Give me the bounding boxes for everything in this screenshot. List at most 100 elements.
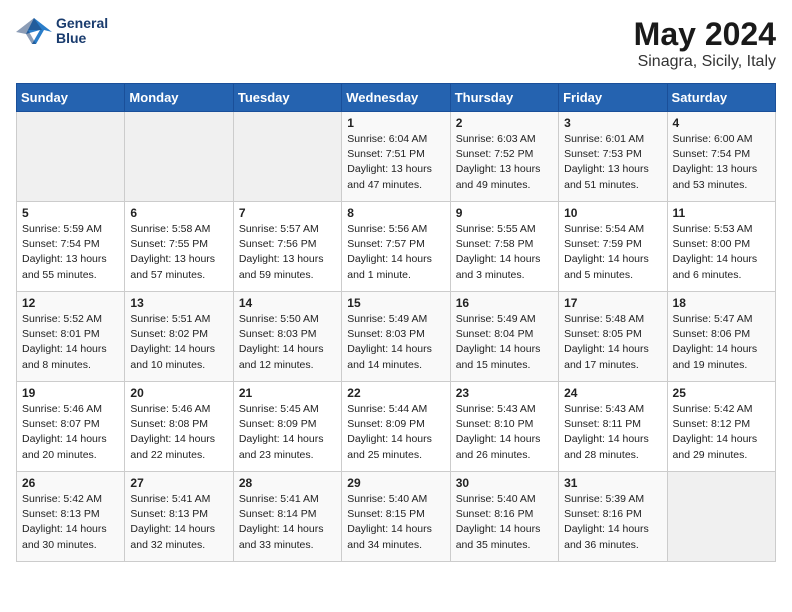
calendar-cell [125, 112, 233, 202]
day-number: 21 [239, 386, 336, 400]
day-info: Sunrise: 5:55 AM Sunset: 7:58 PM Dayligh… [456, 222, 553, 283]
calendar-cell: 12 Sunrise: 5:52 AM Sunset: 8:01 PM Dayli… [17, 292, 125, 382]
week-row-1: 5Sunrise: 5:59 AM Sunset: 7:54 PM Daylig… [17, 202, 776, 292]
day-info: Sunrise: 6:00 AM Sunset: 7:54 PM Dayligh… [673, 132, 770, 193]
day-info: Sunrise: 5:56 AM Sunset: 7:57 PM Dayligh… [347, 222, 444, 283]
calendar-cell: 26 Sunrise: 5:42 AM Sunset: 8:13 PM Dayli… [17, 472, 125, 562]
column-header-tuesday: Tuesday [233, 84, 341, 112]
page-subtitle: Sinagra, Sicily, Italy [634, 53, 776, 71]
week-row-0: 1 Sunrise: 6:04 AM Sunset: 7:51 PM Daylig… [17, 112, 776, 202]
day-info: Sunrise: 5:43 AM Sunset: 8:11 PM Dayligh… [564, 402, 661, 463]
day-number: 26 [22, 476, 119, 490]
calendar-cell: 20Sunrise: 5:46 AM Sunset: 8:08 PM Dayli… [125, 382, 233, 472]
day-info: Sunrise: 5:52 AM Sunset: 8:01 PM Dayligh… [22, 312, 119, 373]
day-number: 17 [564, 296, 661, 310]
day-info: Sunrise: 5:50 AM Sunset: 8:03 PM Dayligh… [239, 312, 336, 373]
calendar-cell: 14Sunrise: 5:50 AM Sunset: 8:03 PM Dayli… [233, 292, 341, 382]
day-number: 9 [456, 206, 553, 220]
day-info: Sunrise: 5:46 AM Sunset: 8:08 PM Dayligh… [130, 402, 227, 463]
calendar-cell: 21 Sunrise: 5:45 AM Sunset: 8:09 PM Dayli… [233, 382, 341, 472]
calendar-body: 1 Sunrise: 6:04 AM Sunset: 7:51 PM Daylig… [17, 112, 776, 562]
day-number: 31 [564, 476, 661, 490]
day-number: 10 [564, 206, 661, 220]
day-number: 8 [347, 206, 444, 220]
calendar-cell: 4Sunrise: 6:00 AM Sunset: 7:54 PM Daylig… [667, 112, 775, 202]
calendar-cell: 5Sunrise: 5:59 AM Sunset: 7:54 PM Daylig… [17, 202, 125, 292]
day-info: Sunrise: 5:46 AM Sunset: 8:07 PM Dayligh… [22, 402, 119, 463]
day-info: Sunrise: 5:57 AM Sunset: 7:56 PM Dayligh… [239, 222, 336, 283]
column-header-saturday: Saturday [667, 84, 775, 112]
day-number: 15 [347, 296, 444, 310]
calendar-cell [233, 112, 341, 202]
day-info: Sunrise: 5:41 AM Sunset: 8:14 PM Dayligh… [239, 492, 336, 553]
day-number: 11 [673, 206, 770, 220]
day-info: Sunrise: 5:51 AM Sunset: 8:02 PM Dayligh… [130, 312, 227, 373]
column-header-monday: Monday [125, 84, 233, 112]
day-info: Sunrise: 5:39 AM Sunset: 8:16 PM Dayligh… [564, 492, 661, 553]
calendar-cell: 25Sunrise: 5:42 AM Sunset: 8:12 PM Dayli… [667, 382, 775, 472]
calendar-cell: 2Sunrise: 6:03 AM Sunset: 7:52 PM Daylig… [450, 112, 558, 202]
day-number: 7 [239, 206, 336, 220]
calendar-cell [667, 472, 775, 562]
day-number: 23 [456, 386, 553, 400]
calendar-cell: 3Sunrise: 6:01 AM Sunset: 7:53 PM Daylig… [559, 112, 667, 202]
calendar-cell: 30Sunrise: 5:40 AM Sunset: 8:16 PM Dayli… [450, 472, 558, 562]
calendar-cell: 15 Sunrise: 5:49 AM Sunset: 8:03 PM Dayli… [342, 292, 450, 382]
calendar-cell: 16 Sunrise: 5:49 AM Sunset: 8:04 PM Dayli… [450, 292, 558, 382]
day-number: 24 [564, 386, 661, 400]
day-number: 18 [673, 296, 770, 310]
day-info: Sunrise: 5:54 AM Sunset: 7:59 PM Dayligh… [564, 222, 661, 283]
day-info: Sunrise: 5:45 AM Sunset: 8:09 PM Dayligh… [239, 402, 336, 463]
calendar-cell: 23 Sunrise: 5:43 AM Sunset: 8:10 PM Dayli… [450, 382, 558, 472]
page-title: May 2024 [634, 16, 776, 53]
logo-text: General Blue [56, 16, 108, 47]
calendar-cell: 17 Sunrise: 5:48 AM Sunset: 8:05 PM Dayli… [559, 292, 667, 382]
day-info: Sunrise: 5:40 AM Sunset: 8:15 PM Dayligh… [347, 492, 444, 553]
calendar-cell [17, 112, 125, 202]
day-info: Sunrise: 6:04 AM Sunset: 7:51 PM Dayligh… [347, 132, 444, 193]
day-number: 22 [347, 386, 444, 400]
calendar-cell: 18 Sunrise: 5:47 AM Sunset: 8:06 PM Dayli… [667, 292, 775, 382]
week-row-2: 12 Sunrise: 5:52 AM Sunset: 8:01 PM Dayli… [17, 292, 776, 382]
day-info: Sunrise: 5:49 AM Sunset: 8:03 PM Dayligh… [347, 312, 444, 373]
day-info: Sunrise: 5:42 AM Sunset: 8:13 PM Dayligh… [22, 492, 119, 553]
day-info: Sunrise: 5:53 AM Sunset: 8:00 PM Dayligh… [673, 222, 770, 283]
calendar-cell: 19 Sunrise: 5:46 AM Sunset: 8:07 PM Dayli… [17, 382, 125, 472]
calendar-cell: 11 Sunrise: 5:53 AM Sunset: 8:00 PM Dayli… [667, 202, 775, 292]
day-number: 16 [456, 296, 553, 310]
day-info: Sunrise: 5:41 AM Sunset: 8:13 PM Dayligh… [130, 492, 227, 553]
day-number: 27 [130, 476, 227, 490]
day-number: 12 [22, 296, 119, 310]
column-header-sunday: Sunday [17, 84, 125, 112]
calendar-cell: 31 Sunrise: 5:39 AM Sunset: 8:16 PM Dayli… [559, 472, 667, 562]
day-info: Sunrise: 5:49 AM Sunset: 8:04 PM Dayligh… [456, 312, 553, 373]
page-header: General Blue May 2024 Sinagra, Sicily, I… [16, 16, 776, 71]
day-number: 13 [130, 296, 227, 310]
logo-line2: Blue [56, 31, 108, 46]
calendar-cell: 8 Sunrise: 5:56 AM Sunset: 7:57 PM Daylig… [342, 202, 450, 292]
day-number: 2 [456, 116, 553, 130]
calendar-cell: 7 Sunrise: 5:57 AM Sunset: 7:56 PM Daylig… [233, 202, 341, 292]
day-info: Sunrise: 5:44 AM Sunset: 8:09 PM Dayligh… [347, 402, 444, 463]
calendar-cell: 13 Sunrise: 5:51 AM Sunset: 8:02 PM Dayli… [125, 292, 233, 382]
day-info: Sunrise: 5:47 AM Sunset: 8:06 PM Dayligh… [673, 312, 770, 373]
calendar-cell: 28Sunrise: 5:41 AM Sunset: 8:14 PM Dayli… [233, 472, 341, 562]
day-number: 5 [22, 206, 119, 220]
day-info: Sunrise: 5:43 AM Sunset: 8:10 PM Dayligh… [456, 402, 553, 463]
day-number: 29 [347, 476, 444, 490]
day-number: 30 [456, 476, 553, 490]
calendar-cell: 27 Sunrise: 5:41 AM Sunset: 8:13 PM Dayli… [125, 472, 233, 562]
day-number: 25 [673, 386, 770, 400]
day-number: 6 [130, 206, 227, 220]
calendar-cell: 22 Sunrise: 5:44 AM Sunset: 8:09 PM Dayli… [342, 382, 450, 472]
column-header-friday: Friday [559, 84, 667, 112]
day-number: 1 [347, 116, 444, 130]
calendar-cell: 1 Sunrise: 6:04 AM Sunset: 7:51 PM Daylig… [342, 112, 450, 202]
header-row: SundayMondayTuesdayWednesdayThursdayFrid… [17, 84, 776, 112]
day-info: Sunrise: 6:01 AM Sunset: 7:53 PM Dayligh… [564, 132, 661, 193]
day-number: 19 [22, 386, 119, 400]
day-info: Sunrise: 5:48 AM Sunset: 8:05 PM Dayligh… [564, 312, 661, 373]
calendar-cell: 9 Sunrise: 5:55 AM Sunset: 7:58 PM Daylig… [450, 202, 558, 292]
calendar-cell: 10 Sunrise: 5:54 AM Sunset: 7:59 PM Dayli… [559, 202, 667, 292]
logo: General Blue [16, 16, 108, 47]
